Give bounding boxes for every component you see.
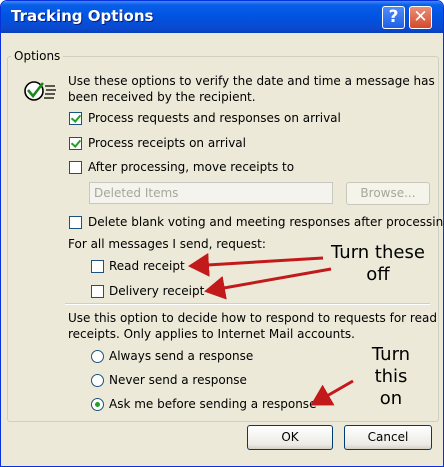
arrow-to-ask-before — [310, 379, 354, 406]
arrow-to-delivery-receipt — [204, 267, 332, 300]
arrow-to-read-receipt — [188, 252, 324, 277]
annotation-arrows — [188, 252, 354, 406]
tracking-options-dialog: Tracking Options ? ✕ Options Use these o… — [0, 0, 444, 467]
